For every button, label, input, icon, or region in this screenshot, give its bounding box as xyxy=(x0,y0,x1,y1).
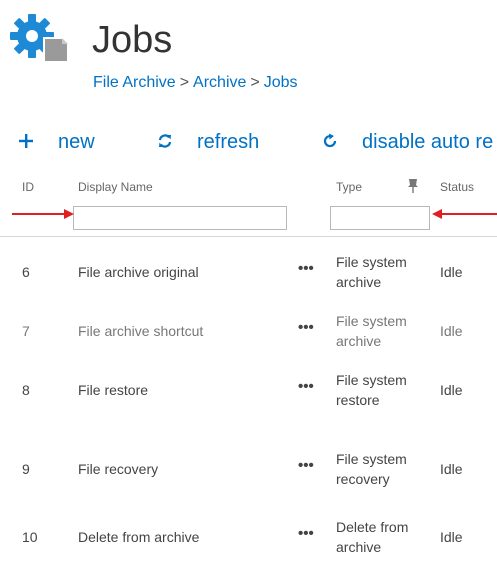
page-title: Jobs xyxy=(92,19,173,61)
row-menu-button[interactable]: ••• xyxy=(298,457,314,474)
row-id: 8 xyxy=(22,382,30,398)
table-row[interactable]: 7 File archive shortcut ••• File system … xyxy=(0,311,497,353)
row-status: Idle xyxy=(440,382,463,398)
breadcrumb-separator: > xyxy=(250,74,260,91)
row-menu-button[interactable]: ••• xyxy=(298,525,314,542)
pin-icon[interactable] xyxy=(407,178,419,194)
refresh-icon xyxy=(155,129,175,155)
auto-refresh-icon xyxy=(320,129,340,155)
row-type: Delete from archive xyxy=(336,519,409,555)
header-divider xyxy=(0,236,497,237)
plus-icon xyxy=(16,129,36,155)
breadcrumb-file-archive[interactable]: File Archive xyxy=(93,74,176,91)
table-row[interactable]: 6 File archive original ••• File system … xyxy=(0,252,497,294)
row-type: File system archive xyxy=(336,254,407,290)
row-id: 10 xyxy=(22,529,38,545)
column-header-status[interactable]: Status xyxy=(440,180,474,194)
refresh-label: refresh xyxy=(197,130,260,153)
row-status: Idle xyxy=(440,529,463,545)
row-status: Idle xyxy=(440,461,463,477)
table-row[interactable]: 9 File recovery ••• File system recovery… xyxy=(0,449,497,491)
row-display-name[interactable]: File restore xyxy=(78,382,148,398)
column-header-display-name[interactable]: Display Name xyxy=(78,180,153,194)
row-display-name[interactable]: File recovery xyxy=(78,461,158,477)
annotation-arrow-right xyxy=(12,209,74,219)
breadcrumb-separator: > xyxy=(179,74,190,91)
table-row[interactable]: 10 Delete from archive ••• Delete from a… xyxy=(0,517,497,559)
breadcrumb-archive[interactable]: Archive xyxy=(193,74,246,91)
row-display-name[interactable]: File archive shortcut xyxy=(78,323,203,339)
column-header-type[interactable]: Type xyxy=(336,180,362,194)
row-id: 6 xyxy=(22,264,30,280)
refresh-button[interactable]: refresh xyxy=(155,126,259,158)
new-label: new xyxy=(58,130,95,153)
app-logo-gear-icon xyxy=(8,12,70,64)
row-id: 7 xyxy=(22,323,30,339)
row-menu-button[interactable]: ••• xyxy=(298,378,314,395)
display-name-filter-input[interactable] xyxy=(73,206,287,230)
new-button[interactable]: new xyxy=(16,126,95,158)
row-status: Idle xyxy=(440,323,463,339)
row-type: File system restore xyxy=(336,372,407,408)
row-type: File system recovery xyxy=(336,451,407,487)
breadcrumb-jobs[interactable]: Jobs xyxy=(264,74,298,91)
table-row[interactable]: 8 File restore ••• File system restore I… xyxy=(0,370,497,412)
disable-auto-refresh-label: disable auto re xyxy=(362,130,494,153)
row-menu-button[interactable]: ••• xyxy=(298,319,314,336)
type-filter-input[interactable] xyxy=(330,206,430,230)
column-header-id[interactable]: ID xyxy=(22,180,34,194)
row-display-name[interactable]: Delete from archive xyxy=(78,529,199,545)
row-id: 9 xyxy=(22,461,30,477)
row-menu-button[interactable]: ••• xyxy=(298,260,314,277)
row-display-name[interactable]: File archive original xyxy=(78,264,199,280)
disable-auto-refresh-button[interactable]: disable auto re xyxy=(320,126,493,158)
row-status: Idle xyxy=(440,264,463,280)
breadcrumb: File Archive > Archive > Jobs xyxy=(93,72,298,94)
row-type: File system archive xyxy=(336,313,407,349)
toolbar: new refresh disable auto re xyxy=(0,126,497,158)
annotation-arrow-left xyxy=(432,209,497,219)
